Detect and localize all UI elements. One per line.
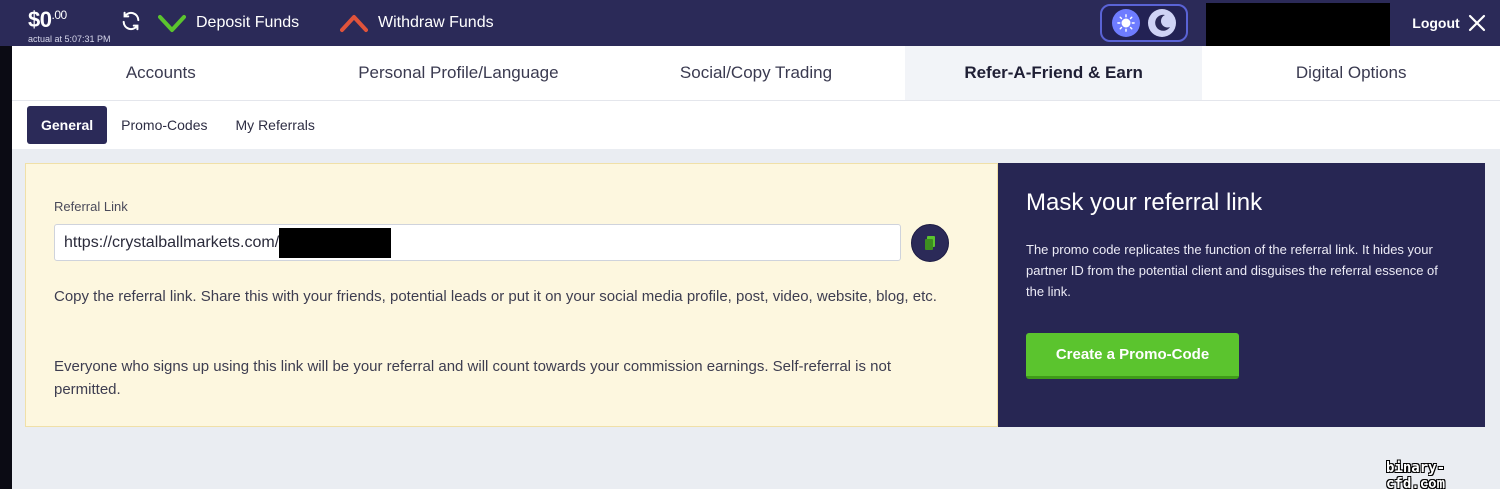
deposit-funds-link[interactable]: Deposit Funds xyxy=(158,12,299,34)
balance-whole: 0 xyxy=(39,7,52,32)
referral-link-value: https://crystalballmarkets.com/ xyxy=(64,233,280,251)
withdraw-label: Withdraw Funds xyxy=(378,14,494,31)
referral-link-label: Referral Link xyxy=(54,199,128,214)
subtab-promo-codes[interactable]: Promo-Codes xyxy=(107,106,221,144)
logout-label: Logout xyxy=(1412,15,1460,31)
redacted-account-info xyxy=(1206,3,1390,46)
close-icon xyxy=(1468,14,1485,32)
caret-up-icon xyxy=(340,15,368,32)
tab-personal-profile[interactable]: Personal Profile/Language xyxy=(310,46,608,100)
tab-accounts[interactable]: Accounts xyxy=(12,46,310,100)
mask-title: Mask your referral link xyxy=(1026,189,1263,216)
copy-icon xyxy=(925,236,935,250)
mask-description: The promo code replicates the function o… xyxy=(1026,242,1438,299)
moon-icon[interactable] xyxy=(1148,9,1176,37)
tab-social-copy-trading[interactable]: Social/Copy Trading xyxy=(607,46,905,100)
tab-digital-options[interactable]: Digital Options xyxy=(1202,46,1500,100)
copy-link-button[interactable] xyxy=(911,224,949,262)
theme-toggle xyxy=(1100,4,1188,42)
check-arrow-down-icon xyxy=(158,15,186,32)
watermark: binary-cfd.com xyxy=(1386,460,1446,489)
deposit-label: Deposit Funds xyxy=(196,14,300,31)
referral-instructions: Copy the referral link. Share this with … xyxy=(54,288,937,305)
create-promo-code-button[interactable]: Create a Promo-Code xyxy=(1026,333,1239,379)
subtab-general[interactable]: General xyxy=(27,106,108,144)
sun-icon[interactable] xyxy=(1112,9,1140,37)
withdraw-funds-link[interactable]: Withdraw Funds xyxy=(340,12,494,34)
referral-link-panel: Referral Link https://crystalballmarkets… xyxy=(25,163,998,427)
refresh-icon[interactable] xyxy=(120,10,142,37)
main-tab-bar: Accounts Personal Profile/Language Socia… xyxy=(12,46,1500,101)
redacted-referral-id xyxy=(279,227,392,258)
logout-button[interactable]: Logout xyxy=(1398,0,1500,46)
balance-currency: $ xyxy=(28,7,40,32)
referral-link-field[interactable]: https://crystalballmarkets.com/ xyxy=(54,224,901,261)
subtab-my-referrals[interactable]: My Referrals xyxy=(222,106,329,144)
balance-cents: .00 xyxy=(51,8,68,22)
sub-tab-bar: General Promo-Codes My Referrals xyxy=(12,101,1500,149)
tab-refer-a-friend[interactable]: Refer-A-Friend & Earn xyxy=(904,46,1203,100)
mask-link-panel: Mask your referral link The promo code r… xyxy=(998,163,1485,427)
top-bar: $0.00 actual at 5:07:31 PM Deposit Funds… xyxy=(0,0,1500,46)
referral-terms: Everyone who signs up using this link wi… xyxy=(54,358,892,398)
balance-widget: $0.00 actual at 5:07:31 PM xyxy=(28,3,140,44)
